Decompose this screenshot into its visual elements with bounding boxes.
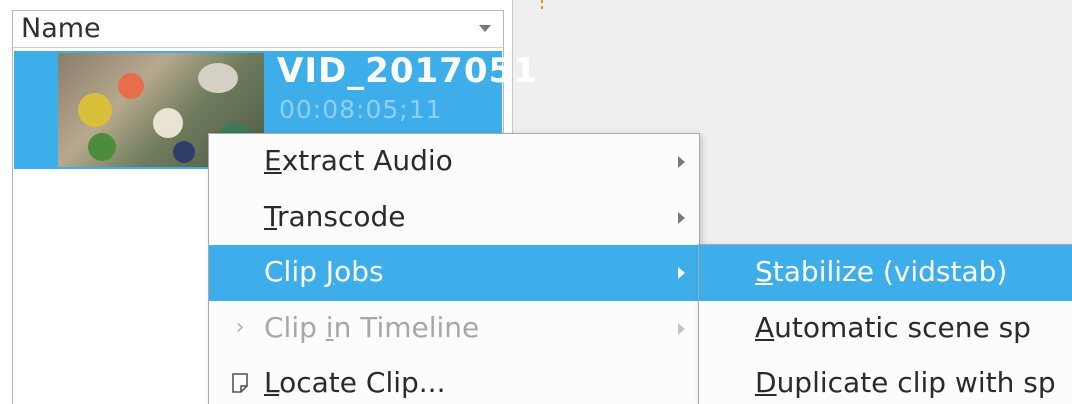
menu-item-label: Stabilize (vidstab) [755,255,1008,288]
menu-item-locate-clip[interactable]: Locate Clip... [209,356,699,404]
menu-item-transcode[interactable]: Transcode [209,190,699,246]
chevron-right-icon [678,212,685,224]
chevron-down-icon[interactable] [479,25,491,32]
menu-item-label: Transcode [264,200,406,233]
menu-item-label: Duplicate clip with sp [755,366,1056,399]
chevron-right-icon [678,267,685,279]
menu-item-clip-jobs[interactable]: Clip Jobs [209,245,699,301]
menu-item-label: Clip in Timeline [264,311,480,344]
bin-column-header[interactable]: Name [13,11,503,48]
clip-jobs-submenu: Stabilize (vidstab) Automatic scene sp D… [698,244,1072,404]
thumbnail-detail [78,93,112,127]
menu-item-label: Automatic scene sp [755,311,1031,344]
column-header-name[interactable]: Name [21,13,101,44]
clip-context-menu: Extract Audio Transcode Clip Jobs › Clip… [208,133,700,404]
thumbnail-detail [198,63,238,93]
locate-clip-icon [229,370,251,396]
thumbnail-detail [173,141,195,163]
thumbnail-detail [88,133,116,161]
thumbnail-detail [153,108,183,138]
menu-item-duplicate-clip-with-speed[interactable]: Duplicate clip with sp [699,356,1072,404]
menu-item-label: Locate Clip... [264,366,446,399]
clip-duration: 00:08:05;11 [279,95,443,124]
timeline-arrow-icon: › [235,315,245,340]
menu-item-extract-audio[interactable]: Extract Audio [209,134,699,190]
menu-item-stabilize[interactable]: Stabilize (vidstab) [699,245,1072,301]
thumbnail-detail [118,73,144,99]
clip-name: VID_2017051 [277,51,538,91]
menu-item-automatic-scene-split[interactable]: Automatic scene sp [699,301,1072,357]
menu-item-clip-in-timeline[interactable]: › Clip in Timeline [209,301,699,357]
menu-item-label: Extract Audio [264,144,453,177]
chevron-right-icon [678,156,685,168]
chevron-right-icon [678,323,685,335]
menu-item-label: Clip Jobs [264,255,384,288]
timeline-position-marker[interactable] [541,0,543,12]
application-window: Name VID_2017051 00:08:05;11 Extract Aud… [0,0,1072,404]
